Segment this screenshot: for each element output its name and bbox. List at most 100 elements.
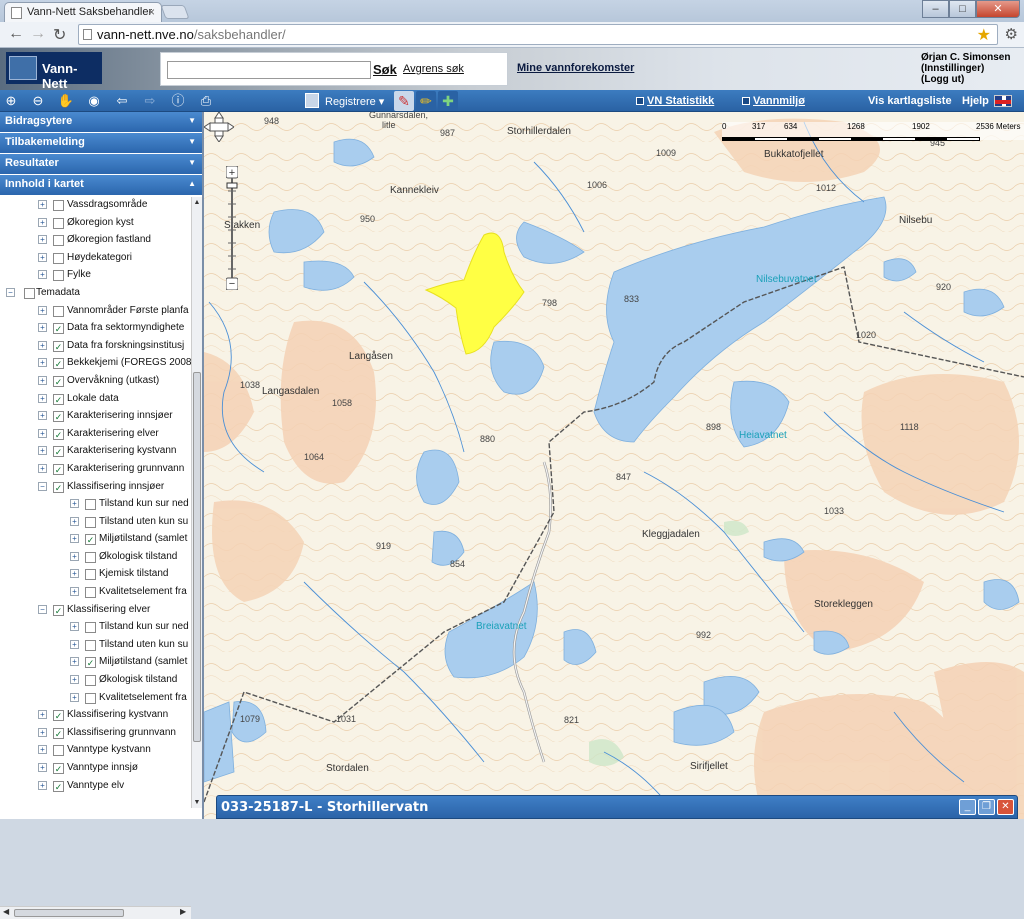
layer-checkbox[interactable]: ✓	[53, 375, 64, 387]
layer-checkbox[interactable]	[53, 305, 64, 317]
vann-nett-logo[interactable]: Vann-Nett	[6, 52, 102, 91]
expand-icon[interactable]: +	[70, 657, 79, 667]
zoom-extent-icon[interactable]: ◉	[85, 92, 103, 110]
zoom-slider[interactable]: + −	[226, 166, 238, 290]
layer-tree-item[interactable]: − ✓ Klassifisering innsjøer	[0, 479, 191, 497]
layer-tree-item[interactable]: + Tilstand uten kun su	[0, 514, 191, 532]
expand-icon[interactable]: +	[38, 235, 47, 245]
vn-statistikk-link[interactable]: VN Statistikk	[636, 95, 714, 107]
draw-line-icon[interactable]: ✎	[394, 91, 414, 111]
layer-checkbox[interactable]: ✓	[53, 780, 64, 792]
expand-icon[interactable]: +	[38, 727, 47, 737]
map-canvas[interactable]: 948 Gunnarsdalen, litle 987 Storhillerdalen B…	[204, 112, 1024, 819]
layer-tree-item[interactable]: + Vanntype kystvann	[0, 742, 191, 760]
feature-info-bar[interactable]: 033-25187-L - Storhillervatn _ ❐ ✕	[216, 795, 1018, 819]
layer-tree-item[interactable]: + Økoregion fastland	[0, 232, 191, 250]
expand-icon[interactable]: +	[70, 622, 79, 632]
print-icon[interactable]: ⎙	[197, 92, 215, 110]
expand-icon[interactable]: +	[70, 499, 79, 509]
layer-checkbox[interactable]: ✓	[53, 604, 64, 616]
url-field[interactable]: vann-nett.nve.no/saksbehandler/ ★	[78, 24, 998, 45]
layer-checkbox[interactable]: ✓	[53, 710, 64, 722]
layer-checkbox[interactable]: ✓	[53, 463, 64, 475]
layer-checkbox[interactable]	[85, 499, 96, 511]
layer-tree-item[interactable]: + ✓ Overvåkning (utkast)	[0, 373, 191, 391]
layer-tree-item[interactable]: + ✓ Karakterisering kystvann	[0, 443, 191, 461]
layer-checkbox[interactable]: ✓	[53, 323, 64, 335]
layer-tree-vertical-scrollbar[interactable]: ▲ ▼	[191, 197, 202, 808]
pan-hand-icon[interactable]: ✋	[57, 92, 75, 110]
layer-checkbox[interactable]	[85, 587, 96, 599]
vannmiljo-link[interactable]: Vannmiljø	[742, 95, 805, 107]
back-arrow-icon[interactable]: ⇦	[113, 92, 131, 110]
layer-tree-item[interactable]: + ✓ Karakterisering elver	[0, 426, 191, 444]
layer-checkbox[interactable]: ✓	[53, 763, 64, 774]
layer-checkbox[interactable]: ✓	[53, 727, 64, 739]
collapse-icon[interactable]: −	[38, 604, 47, 614]
window-minimize-button[interactable]: –	[922, 0, 949, 18]
layer-tree-item[interactable]: + Vassdragsområde	[0, 197, 191, 215]
layer-tree-item[interactable]: + ✓ Data fra sektormyndighete	[0, 320, 191, 338]
layer-tree-item[interactable]: + Vannområder Første planfa	[0, 303, 191, 321]
layer-tree-item[interactable]: + ✓ Bekkekjemi (FOREGS 2008	[0, 355, 191, 373]
close-button[interactable]: ✕	[997, 799, 1014, 815]
browser-tab[interactable]: Vann-Nett Saksbehandler ×	[4, 2, 162, 22]
expand-icon[interactable]: +	[70, 551, 79, 561]
scroll-down-icon[interactable]: ▼	[193, 799, 201, 806]
bookmark-star-icon[interactable]: ★	[977, 25, 991, 45]
pan-control-icon[interactable]	[204, 112, 234, 142]
expand-icon[interactable]: +	[38, 780, 47, 790]
layer-tree-item[interactable]: + ✓ Lokale data	[0, 391, 191, 409]
expand-icon[interactable]: +	[38, 305, 47, 315]
layer-checkbox[interactable]: ✓	[85, 534, 96, 546]
layer-checkbox[interactable]	[53, 270, 64, 282]
layer-checkbox[interactable]: ✓	[85, 657, 96, 669]
layer-checkbox[interactable]: ✓	[53, 446, 64, 458]
uk-flag-icon[interactable]	[994, 95, 1012, 107]
layer-tree-horizontal-scrollbar[interactable]: ◀ ▶	[0, 906, 191, 919]
add-user-icon[interactable]: ✚	[438, 91, 458, 111]
refine-search-link[interactable]: Avgrens søk	[403, 63, 464, 75]
expand-icon[interactable]: +	[38, 270, 47, 280]
expand-icon[interactable]: +	[38, 428, 47, 438]
layer-checkbox[interactable]	[53, 745, 64, 757]
layer-tree-item[interactable]: + ✓ Klassifisering kystvann	[0, 707, 191, 725]
expand-icon[interactable]: +	[70, 516, 79, 526]
expand-icon[interactable]: +	[70, 534, 79, 544]
expand-icon[interactable]: +	[38, 463, 47, 473]
expand-icon[interactable]: +	[38, 358, 47, 368]
browser-forward-icon[interactable]: →	[30, 25, 46, 43]
settings-link[interactable]: (Innstillinger)	[921, 63, 1010, 74]
layer-tree-item[interactable]: + Økologisk tilstand	[0, 549, 191, 567]
layer-tree-item[interactable]: − ✓ Klassifisering elver	[0, 602, 191, 620]
search-button[interactable]: Søk	[373, 62, 397, 77]
layer-tree-item[interactable]: + Økoregion kyst	[0, 215, 191, 233]
layer-checkbox[interactable]: ✓	[53, 411, 64, 423]
search-input[interactable]	[167, 61, 371, 79]
layer-checkbox[interactable]	[53, 252, 64, 264]
layer-checkbox[interactable]	[53, 200, 64, 211]
layer-checkbox[interactable]	[53, 235, 64, 247]
registrere-menu[interactable]: Registrere ▾	[305, 92, 384, 110]
layer-tree-item[interactable]: + Tilstand kun sur ned	[0, 496, 191, 514]
layer-tree-item[interactable]: + Kjemisk tilstand	[0, 566, 191, 584]
expand-icon[interactable]: +	[38, 217, 47, 227]
panel-tilbakemelding[interactable]: Tilbakemelding ▼	[0, 133, 202, 153]
layer-tree-item[interactable]: + Kvalitetselement fra	[0, 690, 191, 708]
info-icon[interactable]: ⓘ	[169, 92, 187, 110]
layer-tree-item[interactable]: + Høydekategori	[0, 250, 191, 268]
collapse-icon[interactable]: −	[38, 481, 47, 491]
pencil-icon[interactable]: ✏	[416, 91, 436, 111]
layer-tree-item[interactable]: + ✓ Miljøtilstand (samlet	[0, 531, 191, 549]
layer-tree-item[interactable]: + ✓ Vanntype elv	[0, 778, 191, 793]
layer-checkbox[interactable]	[85, 692, 96, 704]
layer-tree-item[interactable]: + ✓ Karakterisering innsjøer	[0, 408, 191, 426]
layer-checkbox[interactable]: ✓	[53, 428, 64, 440]
browser-back-icon[interactable]: ←	[8, 25, 24, 43]
expand-icon[interactable]: +	[70, 675, 79, 685]
layer-tree-item[interactable]: + ✓ Vanntype innsjø	[0, 760, 191, 778]
layer-checkbox[interactable]	[24, 287, 35, 299]
help-link[interactable]: Hjelp	[962, 95, 989, 107]
expand-icon[interactable]: +	[38, 375, 47, 385]
expand-icon[interactable]: +	[38, 252, 47, 262]
